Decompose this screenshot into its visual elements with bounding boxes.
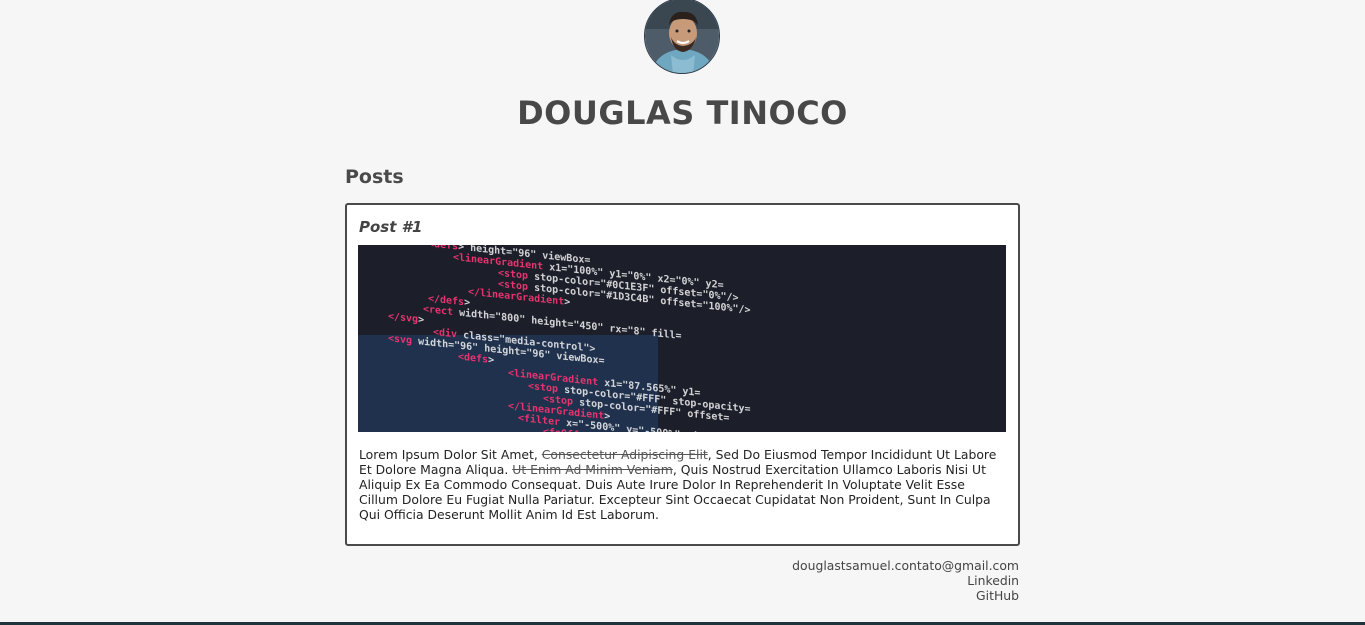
code-screenshot-image: <defs> height="96" viewBox=<linearGradie… bbox=[358, 245, 1006, 432]
linkedin-link[interactable]: Linkedin bbox=[792, 573, 1019, 588]
post-card: Post #1 <defs> height="96" viewBox= <line… bbox=[345, 203, 1020, 546]
post-image: <defs> height="96" viewBox= <linearGradie… bbox=[358, 245, 1006, 432]
post-body: Lorem Ipsum Dolor Sit Amet, Consectetur … bbox=[359, 447, 1007, 522]
avatar bbox=[644, 0, 720, 74]
profile-name: DOUGLAS TINOCO bbox=[517, 94, 848, 132]
post-title: Post #1 bbox=[359, 218, 423, 236]
github-link[interactable]: GitHub bbox=[792, 588, 1019, 603]
email-link[interactable]: douglastsamuel.contato@gmail.com bbox=[792, 558, 1019, 573]
post-body-text-1: Lorem Ipsum Dolor Sit Amet, bbox=[359, 447, 542, 462]
code-image-blur-shade bbox=[778, 245, 1006, 432]
avatar-photo bbox=[645, 0, 719, 73]
post-body-strikethrough-2: Ut Enim Ad Minim Veniam bbox=[512, 462, 673, 477]
profile-page: DOUGLAS TINOCO Posts Post #1 <defs> heig… bbox=[0, 0, 1365, 625]
post-body-strikethrough-1: Consectetur Adipiscing Elit bbox=[541, 447, 708, 462]
footer-links: douglastsamuel.contato@gmail.com Linkedi… bbox=[792, 558, 1019, 603]
posts-heading: Posts bbox=[345, 166, 404, 188]
